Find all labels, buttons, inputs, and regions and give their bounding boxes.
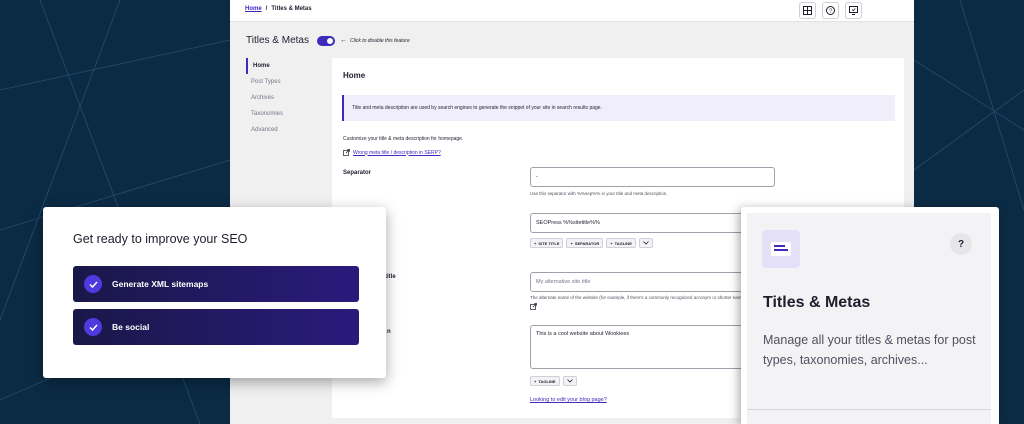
tag-label: SEPARATOR <box>574 240 600 246</box>
tag-site-title-button[interactable]: + SITE TITLE <box>530 238 564 248</box>
plus-icon: + <box>570 240 573 246</box>
site-title-input[interactable]: SEOPress %%sitetitle%% <box>530 213 775 233</box>
seo-onboarding-card: Get ready to improve your SEO Generate X… <box>43 207 386 378</box>
plus-icon: + <box>534 378 537 384</box>
display-icon <box>849 6 858 15</box>
description-tags: + TAGLINE <box>530 376 577 386</box>
meta-description-textarea[interactable]: This is a cool website about Wookiees <box>530 325 775 369</box>
alt-title-input[interactable]: My alternative site title <box>530 272 775 292</box>
task-label: Be social <box>112 322 150 332</box>
tag-label: TAGLINE <box>538 378 556 384</box>
breadcrumb-home-link[interactable]: Home <box>245 6 262 12</box>
tag-label: SITE TITLE <box>538 240 560 246</box>
toggle-hint: Click to disable this feature <box>349 37 410 44</box>
task-label: Generate XML sitemaps <box>112 279 209 289</box>
sidebar-item-post-types[interactable]: Post Types <box>246 74 326 90</box>
external-link-icon[interactable] <box>530 303 537 310</box>
external-link-icon <box>343 149 350 156</box>
plus-icon: + <box>610 240 613 246</box>
edit-blog-page-link[interactable]: Looking to edit your blog page? <box>530 397 607 403</box>
feature-title: Titles & Metas <box>763 294 871 311</box>
feature-card: ? Titles & Metas Manage all your titles … <box>741 207 999 424</box>
sidebar-item-archives[interactable]: Archives <box>246 90 326 106</box>
separator-help: Use this separator with %%sep%% in your … <box>530 191 668 196</box>
page-title: Titles & Metas <box>246 35 309 46</box>
more-tags-button[interactable] <box>562 376 577 386</box>
feature-toggle[interactable] <box>316 35 335 46</box>
page-header: Titles & Metas ← Click to disable this f… <box>246 35 410 46</box>
info-notice: Title and meta description are used by s… <box>342 95 895 121</box>
sidebar-item-home[interactable]: Home <box>246 58 326 74</box>
separator-label: Separator <box>343 170 372 176</box>
toolbar-icons: ? <box>799 2 862 19</box>
sidebar-item-advanced[interactable]: Advanced <box>246 122 326 138</box>
checkmark-icon <box>84 318 102 336</box>
titles-icon <box>762 230 800 268</box>
tag-tagline-button[interactable]: + TAGLINE <box>606 238 636 248</box>
breadcrumb-current: Titles & Metas <box>271 6 312 12</box>
tag-label: TAGLINE <box>614 240 632 246</box>
sidebar: Home Post Types Archives Taxonomies Adva… <box>246 58 326 138</box>
top-bar: Home / Titles & Metas ? <box>230 0 914 22</box>
breadcrumb-separator: / <box>265 6 268 12</box>
feature-description: Manage all your titles & metas for post … <box>763 333 976 367</box>
display-button[interactable] <box>845 2 862 19</box>
help-button[interactable]: ? <box>822 2 839 19</box>
description-label: n <box>387 329 391 335</box>
section-title: Home <box>343 71 366 80</box>
more-tags-button[interactable] <box>638 238 653 248</box>
help-button[interactable]: ? <box>950 233 972 255</box>
separator-input[interactable]: - <box>530 167 775 187</box>
chevron-down-icon <box>643 241 649 245</box>
tag-tagline-button[interactable]: + TAGLINE <box>530 376 560 386</box>
alt-title-label: title <box>385 274 396 280</box>
feature-card-body: ? Titles & Metas Manage all your titles … <box>747 213 991 424</box>
tag-separator-button[interactable]: + SEPARATOR <box>566 238 604 248</box>
grid-button[interactable] <box>799 2 816 19</box>
breadcrumb: Home / Titles & Metas <box>245 6 312 12</box>
site-title-tags: + SITE TITLE + SEPARATOR + TAGLINE <box>530 238 653 248</box>
chevron-down-icon <box>566 379 573 383</box>
serp-link-row: Wrong meta title / description in SERP? <box>343 149 441 156</box>
intro-text: Customize your title & meta description … <box>343 136 464 142</box>
divider <box>747 409 991 410</box>
grid-icon <box>803 6 812 15</box>
checkmark-icon <box>84 275 102 293</box>
help-circle-icon: ? <box>826 6 835 15</box>
seo-card-title: Get ready to improve your SEO <box>73 232 248 246</box>
sidebar-item-taxonomies[interactable]: Taxonomies <box>246 106 326 122</box>
svg-text:?: ? <box>829 9 832 15</box>
task-generate-sitemaps[interactable]: Generate XML sitemaps <box>73 266 359 302</box>
task-be-social[interactable]: Be social <box>73 309 359 345</box>
plus-icon: + <box>534 240 537 246</box>
arrow-left-icon: ← <box>339 37 347 44</box>
serp-help-link[interactable]: Wrong meta title / description in SERP? <box>353 150 441 156</box>
